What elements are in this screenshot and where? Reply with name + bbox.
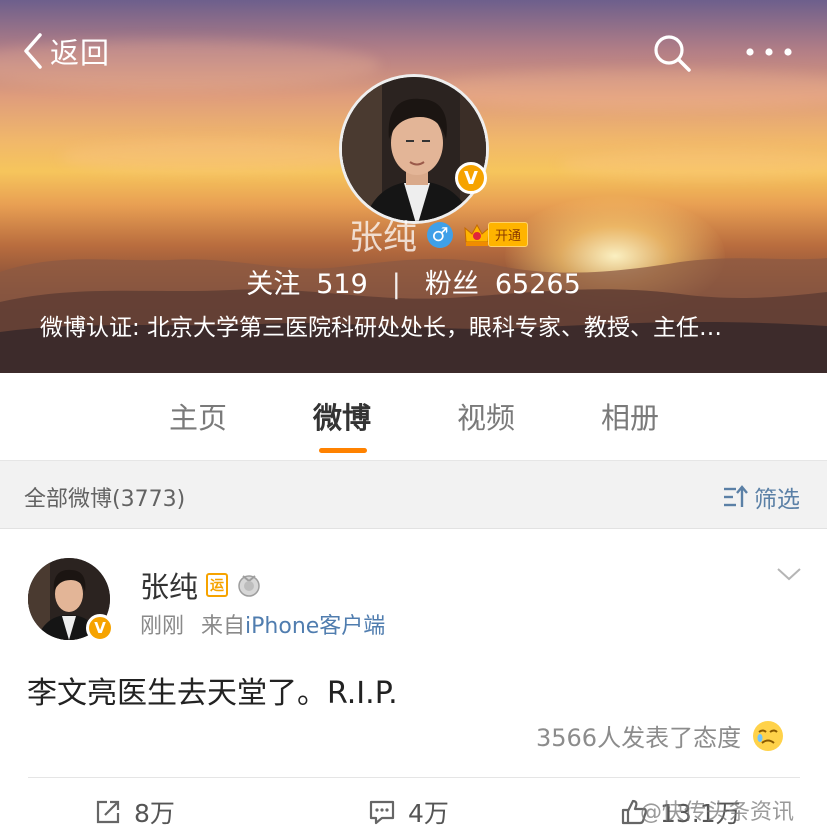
- profile-name-row: 张纯 ♂ 开通: [0, 210, 827, 259]
- back-icon: [24, 33, 42, 69]
- comment-count: 4万: [408, 799, 449, 828]
- stats-separator: |: [391, 269, 401, 300]
- filter-bar: 全部微博(3773) 筛选: [0, 460, 827, 529]
- post-source[interactable]: iPhone客户端: [245, 614, 385, 639]
- comment-button[interactable]: 4万: [368, 794, 449, 829]
- vip-open-label: 开通: [487, 222, 528, 247]
- followers-link[interactable]: 粉丝 65265: [425, 269, 581, 300]
- profile-avatar[interactable]: [339, 74, 489, 224]
- active-tab-indicator: [319, 448, 367, 453]
- search-icon[interactable]: [652, 33, 692, 73]
- profile-name: 张纯: [348, 218, 417, 258]
- followers-count: 65265: [494, 269, 581, 300]
- back-label: 返回: [50, 36, 111, 70]
- repost-count: 8万: [134, 799, 175, 828]
- profile-page: 返回 V 张纯 ♂ 开通 关注 519 | 粉丝 65265 微博认证: 北京大…: [0, 0, 827, 829]
- profile-cover: 返回 V 张纯 ♂ 开通 关注 519 | 粉丝 65265 微博认证: 北京大…: [0, 0, 827, 373]
- post-meta: 刚刚 来自iPhone客户端: [140, 608, 385, 640]
- post-author-name[interactable]: 张纯: [140, 564, 198, 606]
- vip-badge[interactable]: 开通: [463, 222, 528, 248]
- followers-label: 粉丝: [424, 269, 479, 300]
- filter-button[interactable]: 筛选: [722, 480, 800, 514]
- tab-video[interactable]: 视频: [457, 395, 515, 437]
- post-divider: [28, 777, 800, 778]
- attitude-summary[interactable]: 3566人发表了态度: [536, 718, 785, 753]
- filter-icon: [724, 485, 748, 507]
- following-count: 519: [316, 269, 368, 300]
- following-label: 关注: [246, 269, 301, 300]
- tab-album[interactable]: 相册: [601, 395, 659, 437]
- attitude-text: 3566人发表了态度: [536, 724, 742, 752]
- post-content: 李文亮医生去天堂了。R.I.P.: [27, 676, 398, 711]
- following-link[interactable]: 关注 519: [246, 269, 368, 300]
- crown-icon: [464, 223, 490, 246]
- tab-weibo[interactable]: 微博: [313, 395, 371, 437]
- verification-info: 微博认证: 北京大学第三医院科研处处长，眼科专家、教授、主任…: [40, 315, 723, 341]
- source-watermark: @快传头条资讯: [640, 800, 795, 825]
- medal-icon[interactable]: [236, 572, 262, 598]
- post-verified-badge: V: [86, 614, 114, 642]
- profile-tabs: 主页 微博 视频 相册: [0, 373, 827, 460]
- post-author-row: 张纯 运: [140, 564, 262, 606]
- more-icon[interactable]: [744, 40, 794, 64]
- chevron-down-icon[interactable]: [776, 566, 802, 582]
- post-source-prefix: 来自: [201, 614, 246, 639]
- all-posts-count[interactable]: 全部微博(3773): [24, 481, 185, 513]
- tab-home[interactable]: 主页: [169, 395, 227, 437]
- verified-badge: V: [455, 162, 487, 194]
- male-icon: ♂: [426, 221, 453, 248]
- filter-label: 筛选: [754, 487, 800, 513]
- yun-badge[interactable]: 运: [206, 573, 229, 597]
- follow-stats: 关注 519 | 粉丝 65265: [0, 262, 827, 301]
- repost-button[interactable]: 8万: [94, 794, 175, 829]
- repost-icon: [96, 800, 120, 824]
- cry-emoji-icon: [753, 720, 784, 751]
- back-button[interactable]: 返回: [22, 30, 110, 72]
- post-time: 刚刚: [140, 614, 185, 639]
- comment-icon: [369, 800, 395, 825]
